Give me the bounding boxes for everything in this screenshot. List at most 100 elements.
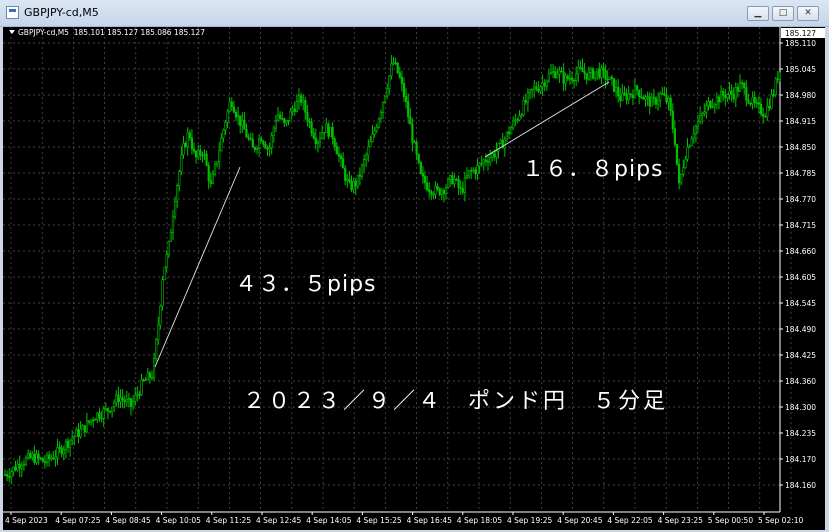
candle-body <box>514 119 517 122</box>
candle-body <box>604 69 607 80</box>
candle-body <box>157 324 160 341</box>
candle-body <box>266 147 269 150</box>
candle-body <box>453 179 456 185</box>
candle-body <box>493 153 496 158</box>
candle-body <box>507 131 511 135</box>
candle-body <box>43 461 46 464</box>
candle-body <box>709 100 712 108</box>
candle-body <box>226 110 229 123</box>
candle-body <box>201 154 204 157</box>
x-tick-label: 4 Sep 18:05 <box>457 516 503 525</box>
candle-body <box>640 96 643 98</box>
y-tick-label: 184.160 <box>785 481 816 490</box>
candle-body <box>390 63 393 77</box>
candle-body <box>176 185 179 202</box>
candle-body <box>71 437 74 441</box>
x-tick-label: 5 Sep 00:50 <box>708 516 754 525</box>
candle-body <box>415 141 418 155</box>
y-tick-label: 184.770 <box>785 195 816 204</box>
candle-body <box>31 453 34 458</box>
candle-body <box>745 87 748 101</box>
chart-canvas[interactable]: 185.110 185.045 184.980 184.915 184.850 184.7… <box>3 27 825 530</box>
candle-body <box>675 144 679 165</box>
candle-body <box>404 96 408 102</box>
candle-body <box>589 68 592 73</box>
candle-body <box>701 113 704 116</box>
pips-annotation-2: １６．８pips <box>522 157 664 182</box>
candle-body <box>129 398 133 407</box>
candle-body <box>484 159 488 162</box>
candle-body <box>621 92 624 101</box>
x-tick-label: 4 Sep 22:05 <box>607 516 653 525</box>
candle-body <box>344 167 347 181</box>
candle-body <box>549 72 553 75</box>
close-button[interactable]: ✕ <box>797 6 819 21</box>
y-tick-label: 184.915 <box>785 117 816 126</box>
candle-body <box>715 96 718 105</box>
candle-body <box>751 97 754 105</box>
candle-body <box>96 412 99 420</box>
candle-body <box>47 454 51 460</box>
y-tick-label: 184.300 <box>785 403 816 412</box>
candle-body <box>707 100 710 106</box>
candle-body <box>633 85 637 98</box>
candle-body <box>734 87 737 100</box>
candle-body <box>417 153 420 163</box>
candle-body <box>182 142 185 156</box>
candle-body <box>663 93 666 96</box>
candle-body <box>411 123 414 143</box>
candle-body <box>551 71 555 74</box>
candle-body <box>713 104 716 107</box>
candle-body <box>383 95 387 103</box>
dropdown-triangle-icon[interactable] <box>9 30 15 34</box>
candle-body <box>644 96 647 100</box>
close-icon: ✕ <box>804 8 812 18</box>
candle-body <box>335 146 338 155</box>
candle-body <box>428 189 431 192</box>
candle-body <box>8 475 11 478</box>
minimize-icon: ▁ <box>754 8 762 18</box>
candle-body <box>724 95 727 99</box>
candle-body <box>396 62 399 74</box>
candle-body <box>178 171 181 186</box>
window-titlebar: GBPJPY-cd,M5 ▁ □ ✕ <box>0 0 829 27</box>
candle-body <box>211 173 215 184</box>
x-tick-label: 4 Sep 10:05 <box>156 516 202 525</box>
candle-body <box>153 358 156 378</box>
candle-body <box>572 80 576 82</box>
maximize-button[interactable]: □ <box>772 6 794 21</box>
candle-body <box>163 266 166 280</box>
candle-body <box>123 399 126 403</box>
candle-body <box>39 457 42 460</box>
candle-body <box>174 201 177 218</box>
candle-body <box>753 97 756 103</box>
candle-body <box>180 154 183 172</box>
candle-body <box>58 447 61 449</box>
candle-body <box>638 89 641 97</box>
candle-body <box>522 100 525 116</box>
candle-body <box>488 157 492 163</box>
y-tick-label: 184.785 <box>785 169 816 178</box>
candle-body <box>585 73 588 80</box>
candle-body <box>239 115 242 127</box>
candle-body <box>367 146 370 156</box>
candle-body <box>302 100 305 103</box>
candle-body <box>635 85 639 91</box>
candle-body <box>264 143 267 149</box>
candle-body <box>241 119 244 127</box>
candle-body <box>92 419 95 422</box>
candlestick-chart[interactable]: 185.110 185.045 184.980 184.915 184.850 184.7… <box>3 27 825 530</box>
candle-body <box>325 123 328 133</box>
candle-body <box>247 136 250 139</box>
candle-body <box>121 397 124 401</box>
candle-body <box>285 120 288 124</box>
candle-body <box>732 94 735 100</box>
candle-body <box>661 93 664 95</box>
candle-body <box>314 137 317 144</box>
candle-body <box>587 72 590 80</box>
candle-body <box>125 399 128 403</box>
candle-body <box>132 400 135 407</box>
minimize-button[interactable]: ▁ <box>747 6 769 21</box>
candle-body <box>432 193 435 196</box>
candle-body <box>738 82 742 92</box>
